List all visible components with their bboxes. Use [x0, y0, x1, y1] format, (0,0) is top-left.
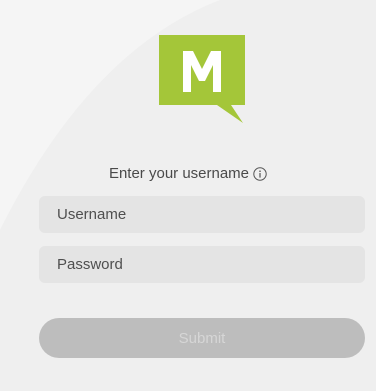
submit-button[interactable]: Submit [39, 318, 365, 358]
username-prompt: Enter your username [0, 160, 376, 186]
app-logo [159, 35, 245, 123]
username-prompt-text: Enter your username [108, 164, 250, 182]
info-icon[interactable] [253, 166, 267, 181]
password-input[interactable] [39, 246, 365, 283]
username-input[interactable] [39, 196, 365, 233]
login-panel: Enter your username Submit [0, 0, 376, 391]
